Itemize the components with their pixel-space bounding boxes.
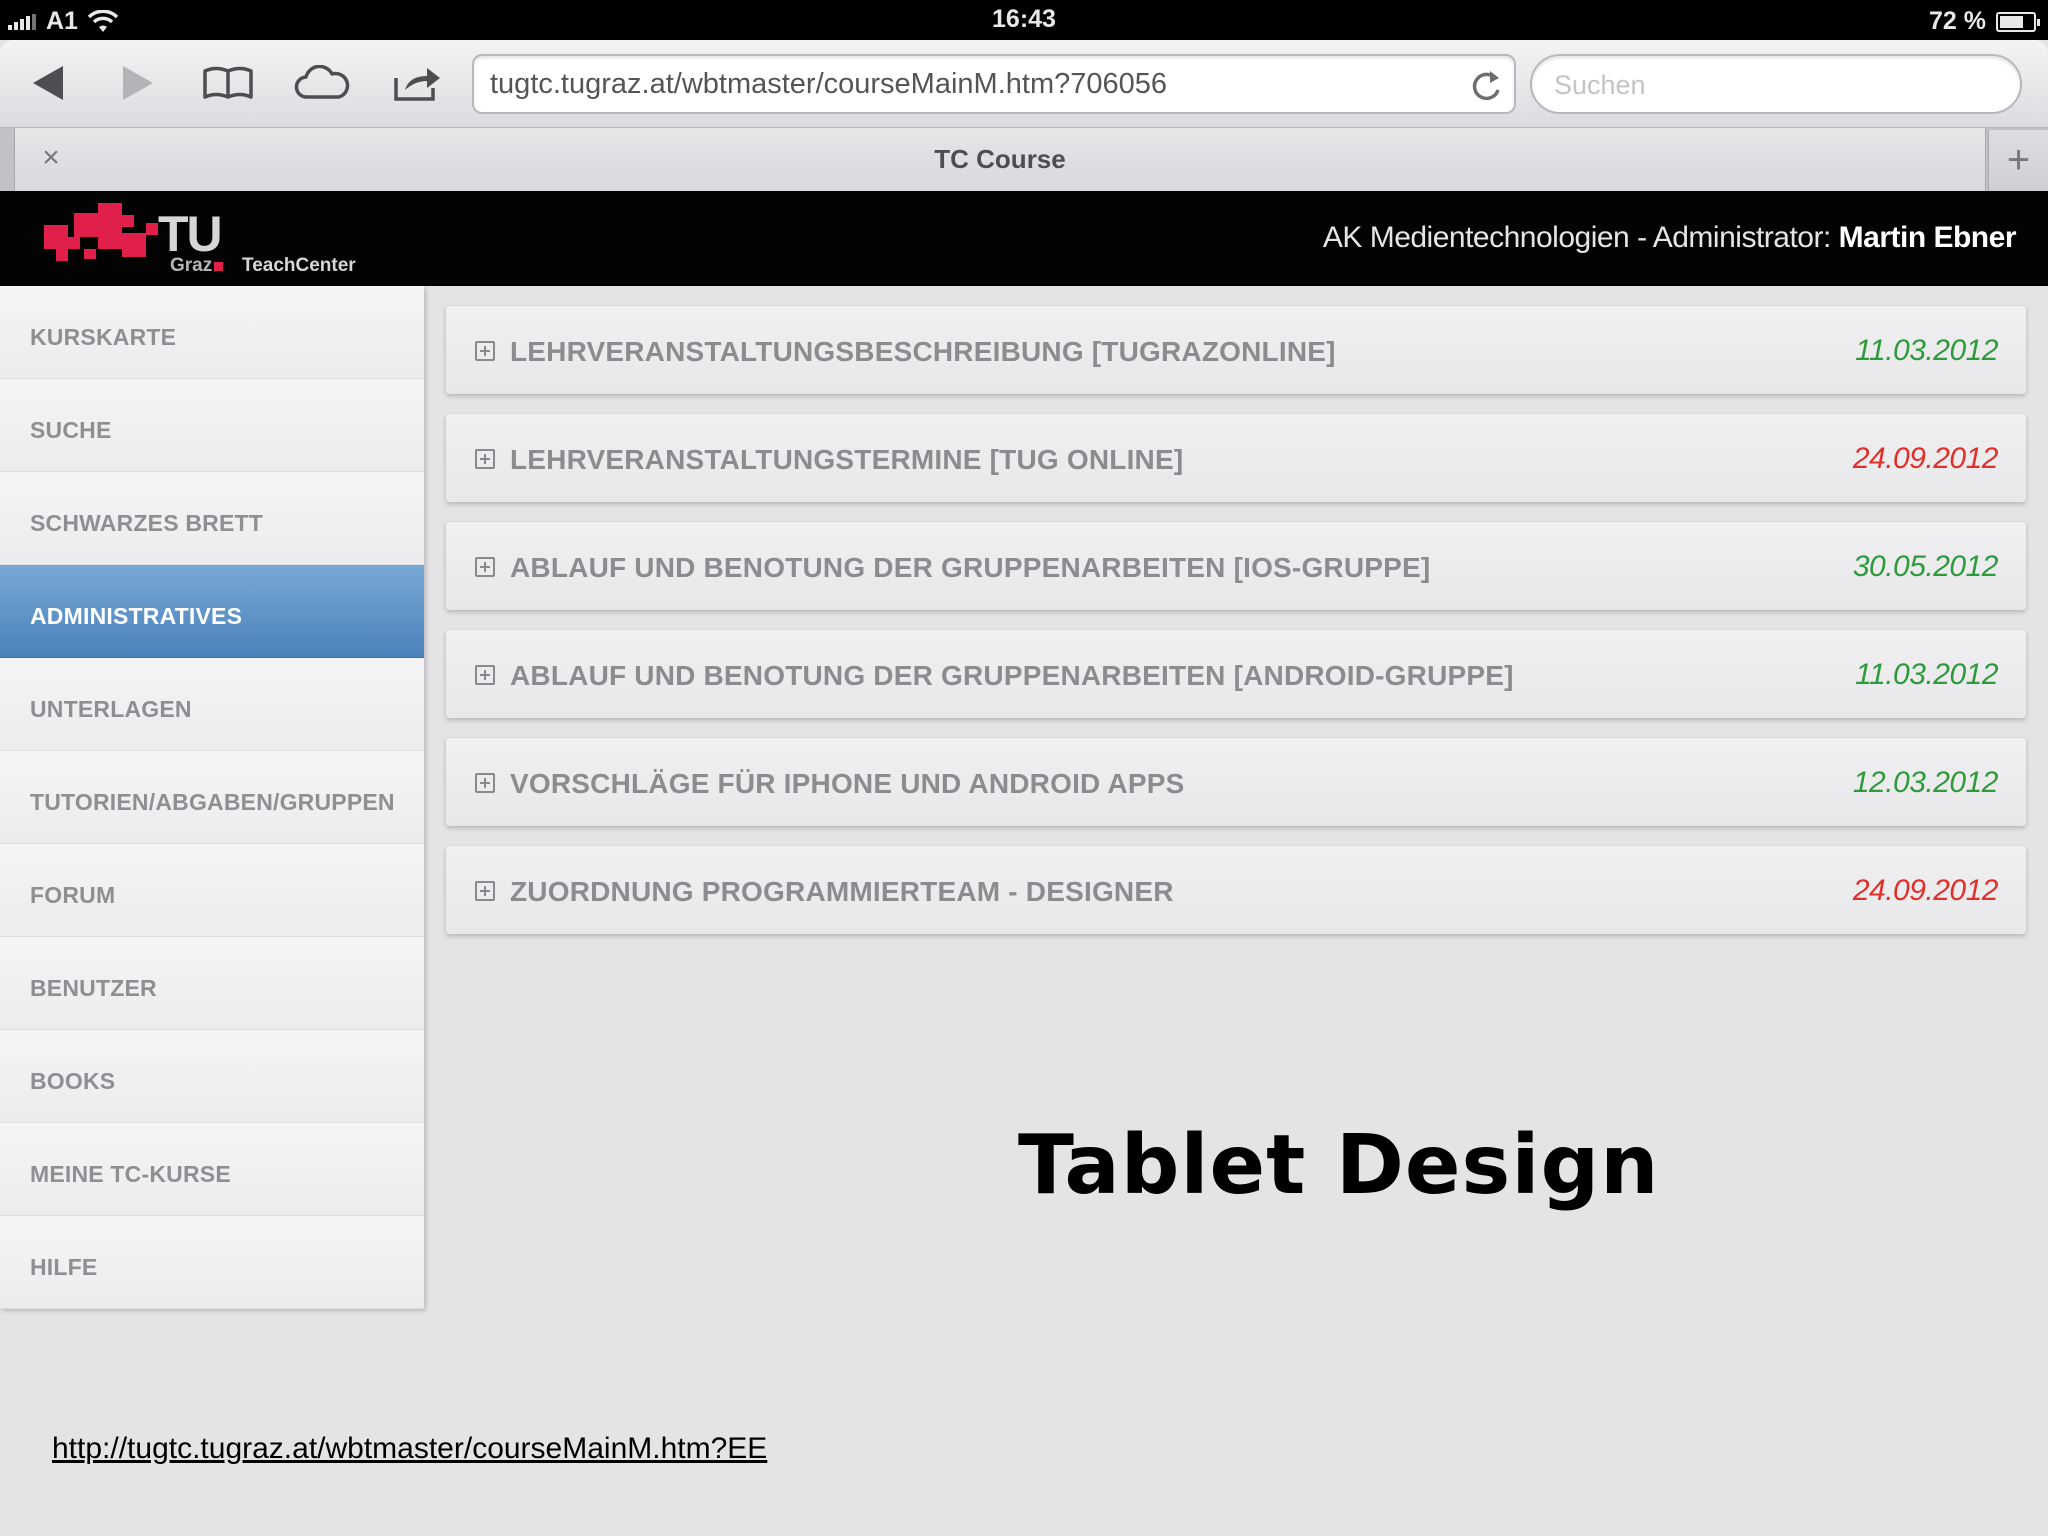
- list-item-date: 11.03.2012: [1855, 334, 1998, 367]
- list-item-date: 24.09.2012: [1852, 874, 1999, 907]
- list-item-title: ABLAUF UND BENOTUNG DER GRUPPENARBEITEN …: [510, 660, 1514, 691]
- plus-box-icon[interactable]: [475, 773, 495, 793]
- list-item[interactable]: LEHRVERANSTALTUNGSBESCHREIBUNG [TUGRAZON…: [446, 306, 2026, 394]
- list-item-title: LEHRVERANSTALTUNGSTERMINE [TUG ONLINE]: [510, 444, 1184, 475]
- list-item[interactable]: LEHRVERANSTALTUNGSTERMINE [TUG ONLINE] 2…: [446, 414, 2026, 502]
- new-tab-button[interactable]: +: [1988, 130, 2048, 191]
- search-placeholder: Suchen: [1554, 70, 1646, 100]
- logo-graz-text: Graz: [170, 255, 227, 277]
- sidebar-item-books[interactable]: BOOKS: [0, 1030, 424, 1123]
- list-item-date: 11.03.2012: [1855, 658, 1998, 691]
- sidebar-item-administratives[interactable]: ADMINISTRATIVES: [0, 565, 424, 658]
- header-username[interactable]: Martin Ebner: [1839, 221, 2017, 254]
- sidebar-nav: KURSKARTE SUCHE SCHWARZES BRETT ADMINIST…: [0, 286, 424, 1309]
- list-item-title: VORSCHLÄGE FÜR IPHONE UND ANDROID APPS: [510, 768, 1185, 799]
- cloud-icon: [294, 65, 350, 99]
- browser-toolbar: tugtc.tugraz.at/wbtmaster/courseMainM.ht…: [0, 40, 2048, 128]
- sidebar-item-tutorien-abgaben-gruppen[interactable]: TUTORIEN/ABGABEN/GRUPPEN: [0, 751, 424, 844]
- content-list: LEHRVERANSTALTUNGSBESCHREIBUNG [TUGRAZON…: [446, 306, 2026, 954]
- header-org: AK Medientechnologien - Administrator:: [1322, 221, 1839, 254]
- sidebar-item-kurskarte[interactable]: KURSKARTE: [0, 286, 424, 379]
- site-header: TU Graz TeachCenter AK Medientechnologie…: [0, 191, 2048, 286]
- list-item-date: 12.03.2012: [1852, 766, 1999, 799]
- tab-bar: × TC Course +: [0, 128, 2048, 191]
- status-bar: A1 16:43 72 %: [0, 0, 2048, 40]
- share-button[interactable]: [386, 58, 450, 108]
- sidebar-item-schwarzes-brett[interactable]: SCHWARZES BRETT: [0, 472, 424, 565]
- sidebar-item-hilfe[interactable]: HILFE: [0, 1216, 424, 1309]
- url-field[interactable]: tugtc.tugraz.at/wbtmaster/courseMainM.ht…: [472, 54, 1516, 114]
- battery-icon: [1996, 11, 2040, 32]
- icloud-tabs-button[interactable]: [290, 58, 354, 108]
- share-icon: [394, 68, 440, 101]
- list-item-title: ABLAUF UND BENOTUNG DER GRUPPENARBEITEN …: [510, 552, 1431, 583]
- logo-teachcenter-text: TeachCenter: [242, 255, 356, 276]
- plus-box-icon[interactable]: [475, 341, 495, 361]
- url-text: tugtc.tugraz.at/wbtmaster/courseMainM.ht…: [490, 68, 1167, 100]
- plus-box-icon[interactable]: [475, 881, 495, 901]
- plus-box-icon[interactable]: [475, 557, 495, 577]
- back-arrow-icon: [33, 66, 63, 100]
- sidebar-item-unterlagen[interactable]: UNTERLAGEN: [0, 658, 424, 751]
- plus-box-icon[interactable]: [475, 665, 495, 685]
- tab-title: TC Course: [934, 144, 1066, 174]
- forward-button[interactable]: [106, 58, 170, 108]
- tu-graz-logo[interactable]: TU Graz TeachCenter: [44, 199, 404, 281]
- sidebar-item-meine-tc-kurse[interactable]: MEINE TC-KURSE: [0, 1123, 424, 1216]
- tu-graz-logo-blocks: [44, 203, 158, 261]
- list-item[interactable]: VORSCHLÄGE FÜR IPHONE UND ANDROID APPS 1…: [446, 738, 2026, 826]
- tab-tc-course[interactable]: × TC Course: [14, 128, 1986, 191]
- battery-percent: 72 %: [1929, 7, 1986, 35]
- list-item[interactable]: ABLAUF UND BENOTUNG DER GRUPPENARBEITEN …: [446, 630, 2026, 718]
- list-item-date: 30.05.2012: [1852, 550, 1999, 583]
- sidebar-item-benutzer[interactable]: BENUTZER: [0, 937, 424, 1030]
- slide-caption: Tablet Design: [1018, 1118, 1660, 1213]
- search-input[interactable]: Suchen: [1530, 54, 2022, 114]
- battery-fill: [2000, 15, 2024, 28]
- reload-icon[interactable]: [1466, 66, 1506, 106]
- back-button[interactable]: [16, 58, 80, 108]
- status-bar-right: 72 %: [1929, 7, 2040, 36]
- header-user-info: AK Medientechnologien - Administrator: M…: [1322, 221, 2017, 255]
- plus-box-icon[interactable]: [475, 449, 495, 469]
- list-item-title: ZUORDNUNG PROGRAMMIERTEAM - DESIGNER: [510, 876, 1174, 907]
- list-item[interactable]: ZUORDNUNG PROGRAMMIERTEAM - DESIGNER 24.…: [446, 846, 2026, 934]
- status-time: 16:43: [992, 5, 1056, 33]
- list-item[interactable]: ABLAUF UND BENOTUNG DER GRUPPENARBEITEN …: [446, 522, 2026, 610]
- bookmarks-book-icon: [203, 66, 253, 99]
- bookmarks-button[interactable]: [196, 58, 260, 108]
- sidebar-item-suche[interactable]: SUCHE: [0, 379, 424, 472]
- plus-icon: +: [2006, 138, 2031, 182]
- list-item-title: LEHRVERANSTALTUNGSBESCHREIBUNG [TUGRAZON…: [510, 336, 1336, 367]
- forward-arrow-icon: [123, 66, 153, 100]
- source-url-link[interactable]: http://tugtc.tugraz.at/wbtmaster/courseM…: [52, 1432, 767, 1466]
- sidebar-item-forum[interactable]: FORUM: [0, 844, 424, 937]
- list-item-date: 24.09.2012: [1852, 442, 1999, 475]
